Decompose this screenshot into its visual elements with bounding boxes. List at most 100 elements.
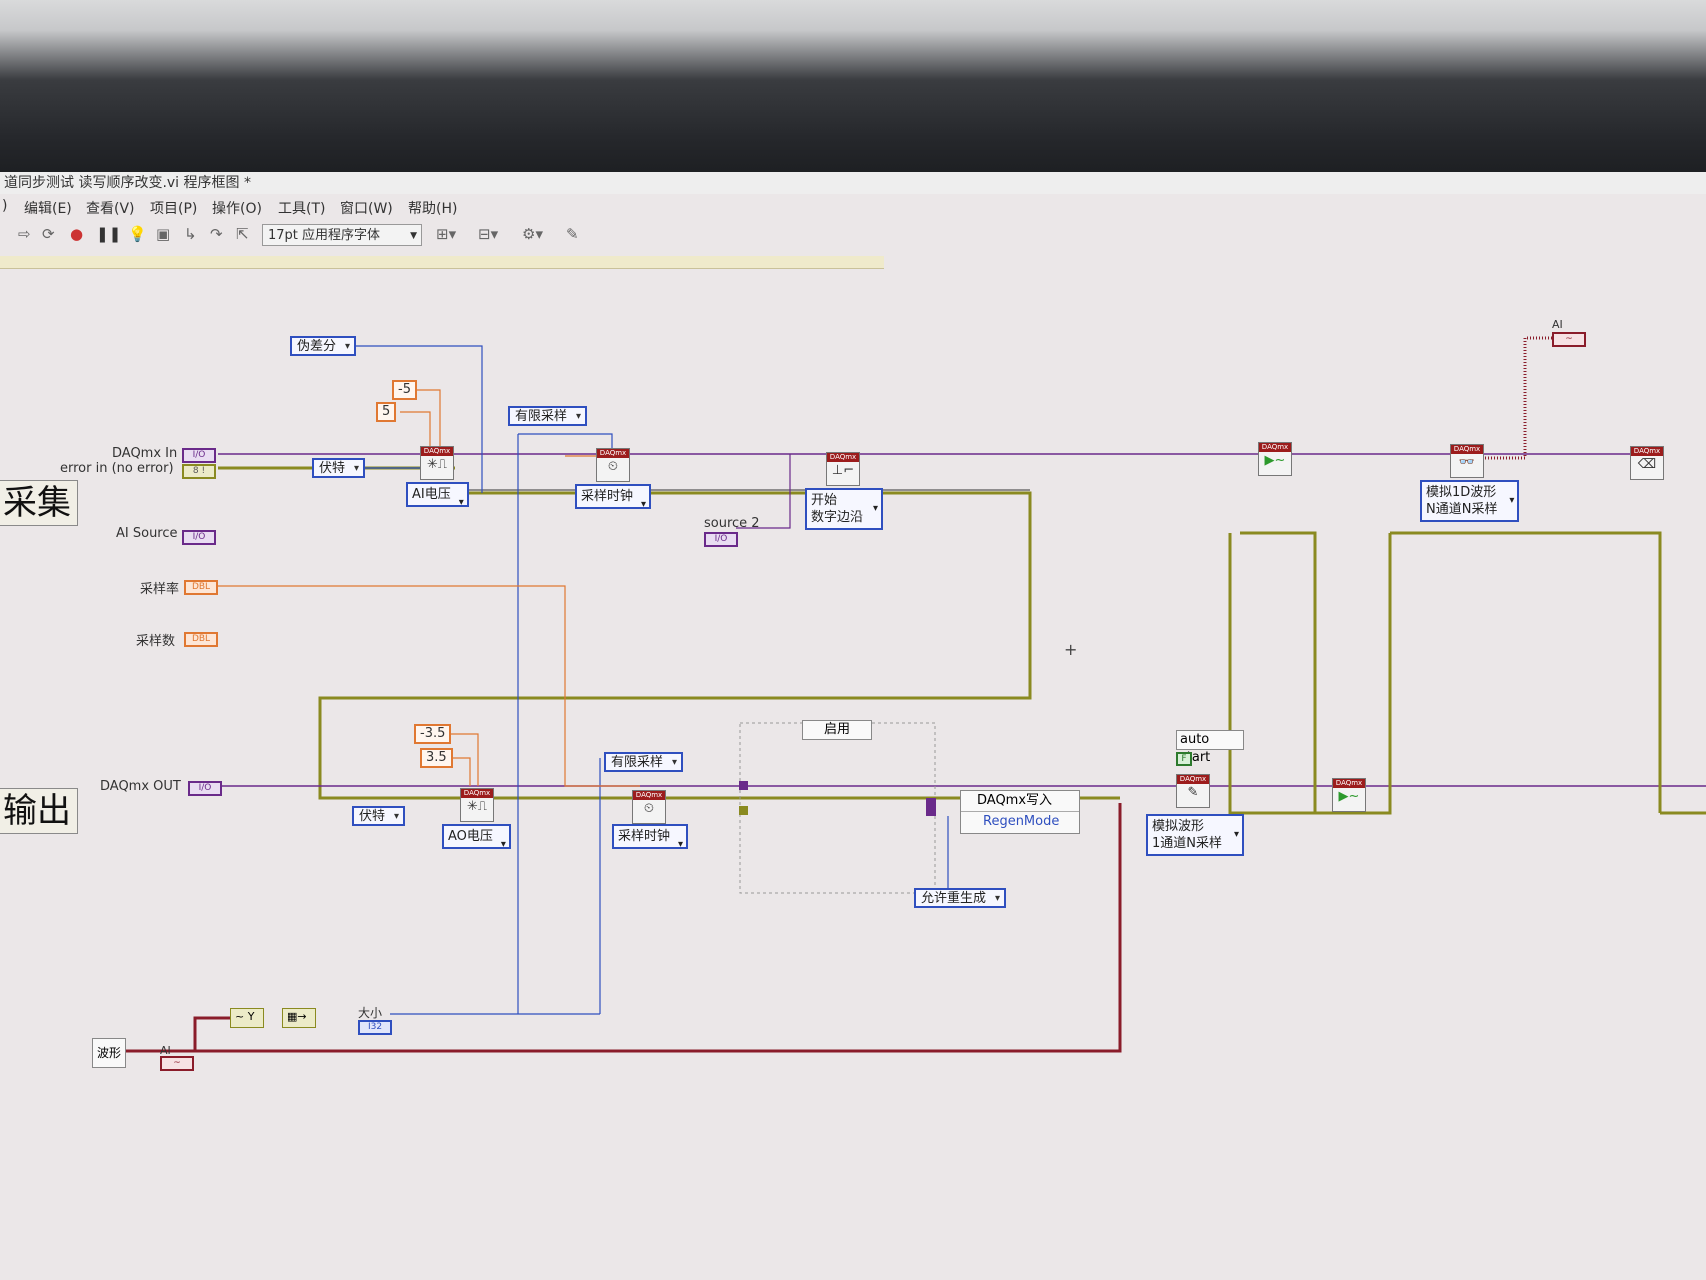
digital-edge-icon: ⊥⌐ [831,463,855,478]
auto-start-constant[interactable]: F [1176,752,1192,766]
retain-wire-values-icon[interactable]: ▣ [156,225,170,243]
menu-item-view[interactable]: 查看(V) [86,198,135,218]
trigger-vi[interactable]: DAQmx ⊥⌐ [826,452,860,486]
waveform-wire [125,1016,230,1053]
labview-block-diagram-window: 道同步测试 读写顺序改变.vi 程序框图 * ) 编辑(E) 查看(V) 项目(… [0,172,1706,1280]
block-diagram-canvas[interactable]: 采集 输出 DAQmx In I/O error in (no error) 8… [0,268,1706,1280]
sample-rate-label: 采样率 [140,582,180,597]
align-icon[interactable]: ⊞▾ [436,225,456,243]
ai-waveform-indicator[interactable]: ~ [1552,332,1586,347]
units-ao-constant[interactable]: 伏特 [352,806,406,826]
menu-item-project[interactable]: 项目(P) [150,198,197,218]
min-value-constant[interactable]: -5 [392,380,417,400]
step-over-icon[interactable]: ↷ [210,225,223,243]
sample-mode-ao-constant[interactable]: 有限采样 [604,752,684,772]
menu-item-help[interactable]: 帮助(H) [408,198,457,218]
units-ai-constant[interactable]: 伏特 [312,458,366,478]
max-value-constant[interactable]: 5 [376,402,397,422]
start-trigger-line2: 数字边沿 [811,510,864,525]
channel-icon: ✳⎍ [427,457,447,472]
sample-rate-terminal[interactable]: DBL [184,580,218,595]
property-regen-mode: RegenMode [983,814,1060,829]
auto-start-label: auto start [1176,730,1244,765]
read-polymorphic-selector[interactable]: 模拟1D波形 N通道N采样 [1420,480,1520,522]
cursor-crosshair-icon: + [1064,640,1078,659]
highlight-execution-icon[interactable]: 💡 [128,225,147,243]
create-channel-ao-vi[interactable]: DAQmx ✳⎍ [460,788,494,822]
ai-source-label: AI Source [116,526,178,541]
frame-left [318,698,600,800]
distribute-icon[interactable]: ⊟▾ [478,225,498,243]
case-selector[interactable]: 启用 [802,720,872,740]
ai-indicator-label: AI [1552,318,1563,331]
timing-ao-vi[interactable]: DAQmx ⏲ [632,790,666,824]
clock-icon: ⏲ [643,801,655,816]
sample-clock-ao-selector[interactable]: 采样时钟 [612,824,689,853]
run-arrow-icon[interactable]: ⇨ [18,225,31,243]
ai-source-terminal[interactable]: I/O [182,530,216,545]
frame-read-right [1390,531,1662,813]
ai-voltage-selector[interactable]: AI电压 [406,482,469,511]
waveform-y-icon: ~ Y [235,1010,255,1023]
daqmx-write-property-node[interactable]: DAQmx写入 RegenMode [960,790,1080,834]
timing-ai-vi[interactable]: DAQmx ⏲ [596,448,630,482]
ao-voltage-selector[interactable]: AO电压 [442,824,511,853]
daqmx-read-vi[interactable]: DAQmx 👓 [1450,444,1484,478]
toolbar: ⇨ ⟳ ● ❚❚ 💡 ▣ ↳ ↷ ⇱ 17pt 应用程序字体 ▼ ⊞▾ ⊟▾ ⚙… [0,220,1706,250]
vi-header: DAQmx [461,789,493,798]
abort-icon[interactable]: ● [70,225,83,243]
daqmx-out-terminal[interactable]: I/O [188,781,222,796]
menu-item-edit[interactable]: 编辑(E) [24,198,72,218]
run-continuous-icon[interactable]: ⟳ [42,225,55,243]
write-polymorphic-selector[interactable]: 模拟波形 1通道N采样 [1146,814,1244,856]
glasses-icon: 👓 [1458,455,1476,470]
size-indicator[interactable]: I32 [358,1020,392,1035]
create-channel-ai-vi[interactable]: DAQmx ✳⎍ [420,446,454,480]
ao-min-constant[interactable]: -3.5 [414,724,452,744]
section-label-acquire: 采集 [0,480,78,526]
frame-read-left [1228,531,1317,815]
sample-count-label: 采样数 [136,634,176,649]
write-selector-line1: 模拟波形 [1152,819,1205,834]
sample-count-terminal[interactable]: DBL [184,632,218,647]
error-in-terminal[interactable]: 8 ! [182,464,216,479]
source2-terminal[interactable]: I/O [704,532,738,547]
font-selector[interactable]: 17pt 应用程序字体 ▼ [262,224,422,246]
size-label: 大小 [358,1006,383,1020]
step-out-icon[interactable]: ⇱ [236,225,249,243]
clock-icon: ⏲ [607,459,619,474]
eraser-icon: ⌫ [1637,457,1657,472]
menu-item-operate[interactable]: 操作(O) [212,198,262,218]
font-selector-label: 17pt 应用程序字体 [268,228,381,243]
case-selector-label: 启用 [823,722,850,737]
daqmx-in-label: DAQmx In [112,446,178,461]
vi-header: DAQmx [633,791,665,800]
sample-mode-ai-constant[interactable]: 有限采样 [508,406,588,426]
start-trigger-selector[interactable]: 开始 数字边沿 [805,488,884,530]
array-size-node[interactable]: ▦→ [282,1008,316,1028]
daqmx-write-vi[interactable]: DAQmx ✎ [1176,774,1210,808]
pause-icon[interactable]: ❚❚ [96,225,121,243]
cleanup-icon[interactable]: ✎ [566,225,579,243]
ai-small-indicator[interactable]: ~ [160,1056,194,1071]
terminal-config-constant[interactable]: 伪差分 [290,336,357,356]
menu-item-window[interactable]: 窗口(W) [340,198,393,218]
clear-task-vi[interactable]: DAQmx ⌫ [1630,446,1664,480]
start-task-ai-vi[interactable]: DAQmx ▶~ [1258,442,1292,476]
menu-item-tools[interactable]: 工具(T) [278,198,325,218]
menu-item-file[interactable]: ) [2,198,7,214]
waveform-control[interactable]: 波形 [92,1038,126,1068]
vi-header: DAQmx [1631,447,1663,456]
vi-header: DAQmx [827,453,859,462]
sample-clock-ai-selector[interactable]: 采样时钟 [575,484,652,513]
step-into-icon[interactable]: ↳ [184,225,197,243]
start-task-ao-vi[interactable]: DAQmx ▶~ [1332,778,1366,812]
ai-output-wire [1470,336,1560,460]
wires-layer [125,336,1706,1053]
daqmx-in-terminal[interactable]: I/O [182,448,216,463]
vi-header: DAQmx [1259,443,1291,452]
allow-regen-constant[interactable]: 允许重生成 [914,888,1007,908]
get-waveform-y-node[interactable]: ~ Y [230,1008,264,1028]
ao-max-constant[interactable]: 3.5 [420,748,453,768]
reorder-icon[interactable]: ⚙▾ [522,225,543,243]
